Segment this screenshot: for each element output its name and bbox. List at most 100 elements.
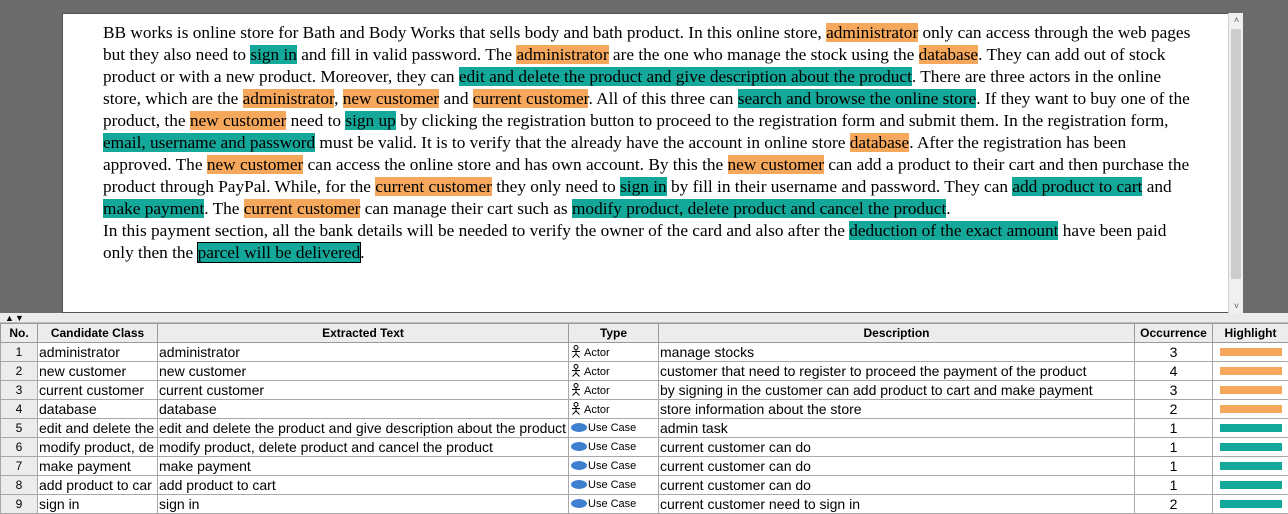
panel-splitter[interactable]: ▲ ▼ (0, 313, 1288, 323)
actor-highlight[interactable]: new customer (189, 111, 287, 130)
table-row[interactable]: 4databasedatabase⚲Actorstore information… (0, 399, 1288, 419)
description-cell[interactable]: current customer can do (658, 437, 1135, 457)
document-scrollbar[interactable]: ˄ ˅ (1228, 13, 1243, 313)
column-header-candidate-class[interactable]: Candidate Class (37, 323, 158, 343)
extracted-text-cell[interactable]: add product to cart (157, 475, 569, 495)
use-case-highlight[interactable]: sign in (250, 45, 297, 64)
occurrence-cell[interactable]: 1 (1134, 475, 1213, 495)
highlight-cell[interactable] (1212, 418, 1288, 438)
occurrence-cell[interactable]: 1 (1134, 456, 1213, 476)
use-case-highlight[interactable]: add product to cart (1012, 177, 1143, 196)
actor-highlight[interactable]: administrator (242, 89, 335, 108)
extracted-text-cell[interactable]: current customer (157, 380, 569, 400)
use-case-highlight[interactable]: email, username and password (103, 133, 316, 152)
use-case-highlight[interactable]: edit and delete the product and give des… (458, 67, 912, 86)
table-row[interactable]: 9 sign in sign in Use Case current customer … (0, 494, 1288, 514)
column-header-description[interactable]: Description (658, 323, 1135, 343)
highlight-cell[interactable] (1212, 380, 1288, 400)
table-row[interactable]: 5 edit and delete the edit and delete the … (0, 418, 1288, 438)
occurrence-cell[interactable]: 3 (1134, 380, 1213, 400)
highlight-cell[interactable] (1212, 494, 1288, 514)
column-header-highlight[interactable]: Highlight (1212, 323, 1288, 343)
column-header-occurrence[interactable]: Occurrence (1134, 323, 1213, 343)
table-row[interactable]: 7 make payment make payment Use Case current… (0, 456, 1288, 476)
candidate-class-cell[interactable]: new customer (37, 361, 158, 381)
table-row[interactable]: 3current customercurrent customer⚲Actorb… (0, 380, 1288, 400)
row-number[interactable]: 3 (0, 380, 38, 400)
highlight-cell[interactable] (1212, 456, 1288, 476)
type-cell[interactable]: Use Case (568, 456, 659, 476)
column-header-type[interactable]: Type (568, 323, 659, 343)
row-number[interactable]: 4 (0, 399, 38, 419)
type-cell[interactable]: Use Case (568, 437, 659, 457)
candidate-class-cell[interactable]: current customer (37, 380, 158, 400)
column-header-no[interactable]: No. (0, 323, 38, 343)
highlight-cell[interactable] (1212, 437, 1288, 457)
description-cell[interactable]: admin task (658, 418, 1135, 438)
actor-highlight[interactable]: current customer (472, 89, 589, 108)
extracted-text-cell[interactable]: new customer (157, 361, 569, 381)
collapse-down-icon[interactable]: ▼ (15, 313, 24, 323)
actor-highlight[interactable]: new customer (342, 89, 440, 108)
use-case-highlight[interactable]: deduction of the exact amount (849, 221, 1059, 240)
highlight-cell[interactable] (1212, 361, 1288, 381)
candidate-class-cell[interactable]: make payment (37, 456, 158, 476)
actor-highlight[interactable]: current customer (243, 199, 361, 218)
description-cell[interactable]: current customer can do (658, 475, 1135, 495)
candidate-class-cell[interactable]: sign in (37, 494, 158, 514)
row-number[interactable]: 5 (0, 418, 38, 438)
extracted-text-cell[interactable]: database (157, 399, 569, 419)
collapse-up-icon[interactable]: ▲ (5, 313, 14, 323)
extracted-text-cell[interactable]: sign in (157, 494, 569, 514)
use-case-highlight[interactable]: sign up (345, 111, 396, 130)
scroll-down-icon[interactable]: ˅ (1229, 299, 1244, 313)
column-header-extracted-text[interactable]: Extracted Text (157, 323, 569, 343)
document-page[interactable]: BB works is online store for Bath and Bo… (62, 13, 1230, 313)
use-case-highlight[interactable]: search and browse the online store (737, 89, 977, 108)
type-cell[interactable]: Use Case (568, 418, 659, 438)
table-row[interactable]: 1administratoradministrator⚲Actormanage … (0, 342, 1288, 362)
row-number[interactable]: 9 (0, 494, 38, 514)
table-row[interactable]: 6 modify product, de modify product, delet… (0, 437, 1288, 457)
actor-highlight[interactable]: current customer (375, 177, 492, 196)
extracted-text-cell[interactable]: modify product, delete product and cance… (157, 437, 569, 457)
highlight-cell[interactable] (1212, 399, 1288, 419)
row-number[interactable]: 1 (0, 342, 38, 362)
occurrence-cell[interactable]: 1 (1134, 437, 1213, 457)
type-cell[interactable]: ⚲Actor (568, 380, 659, 400)
occurrence-cell[interactable]: 2 (1134, 399, 1213, 419)
scroll-up-icon[interactable]: ˄ (1229, 13, 1244, 27)
extracted-text-cell[interactable]: edit and delete the product and give des… (157, 418, 569, 438)
row-number[interactable]: 8 (0, 475, 38, 495)
occurrence-cell[interactable]: 1 (1134, 418, 1213, 438)
occurrence-cell[interactable]: 2 (1134, 494, 1213, 514)
description-cell[interactable]: store information about the store (658, 399, 1135, 419)
table-row[interactable]: 8 add product to car add product to cart Us… (0, 475, 1288, 495)
type-cell[interactable]: Use Case (568, 494, 659, 514)
actor-highlight[interactable]: database (849, 133, 910, 152)
occurrence-cell[interactable]: 3 (1134, 342, 1213, 362)
occurrence-cell[interactable]: 4 (1134, 361, 1213, 381)
row-number[interactable]: 7 (0, 456, 38, 476)
scroll-thumb[interactable] (1231, 29, 1241, 279)
candidate-class-cell[interactable]: database (37, 399, 158, 419)
highlight-cell[interactable] (1212, 342, 1288, 362)
type-cell[interactable]: ⚲Actor (568, 399, 659, 419)
highlight-cell[interactable] (1212, 475, 1288, 495)
use-case-highlight[interactable]: parcel will be delivered (196, 242, 362, 263)
actor-highlight[interactable]: new customer (206, 155, 304, 174)
description-cell[interactable]: current customer can do (658, 456, 1135, 476)
description-cell[interactable]: customer that need to register to procee… (658, 361, 1135, 381)
actor-highlight[interactable]: administrator (516, 45, 609, 64)
description-cell[interactable]: by signing in the customer can add produ… (658, 380, 1135, 400)
candidate-class-cell[interactable]: add product to car (37, 475, 158, 495)
document-text[interactable]: BB works is online store for Bath and Bo… (103, 22, 1195, 264)
description-cell[interactable]: manage stocks (658, 342, 1135, 362)
candidate-class-cell[interactable]: modify product, de (37, 437, 158, 457)
table-row[interactable]: 2new customernew customer⚲Actorcustomer … (0, 361, 1288, 381)
use-case-highlight[interactable]: make payment (103, 199, 205, 218)
candidate-class-cell[interactable]: administrator (37, 342, 158, 362)
type-cell[interactable]: Use Case (568, 475, 659, 495)
row-number[interactable]: 6 (0, 437, 38, 457)
actor-highlight[interactable]: new customer (727, 155, 824, 174)
